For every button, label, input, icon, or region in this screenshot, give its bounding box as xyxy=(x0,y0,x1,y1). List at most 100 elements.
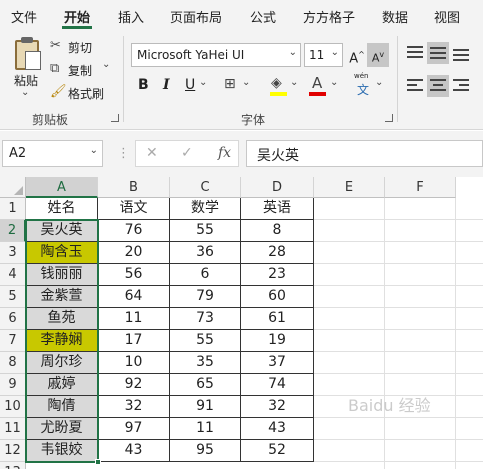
score-cell[interactable]: 43 xyxy=(98,440,170,462)
tab-file[interactable]: 文件 xyxy=(11,7,37,26)
table-header-cell[interactable]: 数学 xyxy=(170,198,241,220)
chevron-down-icon[interactable]: ⌄ xyxy=(199,77,207,88)
increase-font-size-button[interactable]: A^ xyxy=(346,43,368,67)
row-header-5[interactable]: 5 xyxy=(0,286,26,308)
score-cell[interactable]: 6 xyxy=(170,264,241,286)
score-cell[interactable]: 65 xyxy=(170,374,241,396)
name-cell[interactable]: 戚婷 xyxy=(26,374,98,396)
score-cell[interactable]: 56 xyxy=(98,264,170,286)
row-header-12[interactable]: 12 xyxy=(0,440,26,462)
align-left-button[interactable] xyxy=(404,75,426,97)
row-header-1[interactable]: 1 xyxy=(0,198,26,220)
score-cell[interactable]: 37 xyxy=(241,352,314,374)
name-cell[interactable]: 鱼苑 xyxy=(26,308,98,330)
tab-formulas[interactable]: 公式 xyxy=(250,7,276,26)
score-cell[interactable]: 79 xyxy=(170,286,241,308)
name-cell[interactable]: 周尔珍 xyxy=(26,352,98,374)
cancel-icon[interactable]: ✕ xyxy=(146,145,158,161)
score-cell[interactable]: 55 xyxy=(170,330,241,352)
row-header-3[interactable]: 3 xyxy=(0,242,26,264)
score-cell[interactable]: 95 xyxy=(170,440,241,462)
column-header-c[interactable]: C xyxy=(170,177,241,198)
score-cell[interactable]: 11 xyxy=(98,308,170,330)
tab-data[interactable]: 数据 xyxy=(382,7,408,26)
table-header-cell[interactable]: 英语 xyxy=(241,198,314,220)
paste-button[interactable]: 粘贴 ⌄ xyxy=(4,32,44,100)
tab-insert[interactable]: 插入 xyxy=(118,7,144,26)
row-header-4[interactable]: 4 xyxy=(0,264,26,286)
row-header-11[interactable]: 11 xyxy=(0,418,26,440)
align-center-button[interactable] xyxy=(427,75,449,97)
name-box[interactable]: A2 ⌄ xyxy=(2,140,103,167)
row-header-10[interactable]: 10 xyxy=(0,396,26,418)
score-cell[interactable]: 73 xyxy=(170,308,241,330)
tab-home[interactable]: 开始 xyxy=(64,7,90,26)
score-cell[interactable]: 60 xyxy=(241,286,314,308)
score-cell[interactable]: 43 xyxy=(241,418,314,440)
decrease-font-size-button[interactable]: Av xyxy=(367,43,389,67)
formula-input[interactable]: 吴火英 xyxy=(246,140,483,167)
chevron-down-icon[interactable]: ⌄ xyxy=(242,77,250,88)
table-header-cell[interactable]: 语文 xyxy=(98,198,170,220)
column-header-a[interactable]: A xyxy=(26,177,98,198)
copy-button[interactable]: ⧉ 复制 ⌄ xyxy=(50,59,114,79)
score-cell[interactable]: 91 xyxy=(170,396,241,418)
borders-icon[interactable]: ⊞ xyxy=(224,76,236,92)
score-cell[interactable]: 20 xyxy=(98,242,170,264)
score-cell[interactable]: 23 xyxy=(241,264,314,286)
italic-button[interactable]: I xyxy=(163,77,170,93)
score-cell[interactable]: 76 xyxy=(98,220,170,242)
score-cell[interactable]: 32 xyxy=(241,396,314,418)
table-header-cell[interactable]: 姓名 xyxy=(26,198,98,220)
score-cell[interactable]: 64 xyxy=(98,286,170,308)
row-header-9[interactable]: 9 xyxy=(0,374,26,396)
score-cell[interactable]: 61 xyxy=(241,308,314,330)
score-cell[interactable]: 55 xyxy=(170,220,241,242)
score-cell[interactable]: 32 xyxy=(98,396,170,418)
column-header-b[interactable]: B xyxy=(98,177,170,198)
score-cell[interactable]: 92 xyxy=(98,374,170,396)
name-cell[interactable]: 金紫萱 xyxy=(26,286,98,308)
score-cell[interactable]: 52 xyxy=(241,440,314,462)
score-cell[interactable]: 28 xyxy=(241,242,314,264)
clipboard-dialog-launcher[interactable] xyxy=(111,114,119,122)
chevron-down-icon[interactable]: ⌄ xyxy=(330,77,338,88)
name-cell[interactable]: 陶含玉 xyxy=(26,242,98,264)
font-color-icon[interactable]: A xyxy=(312,74,322,92)
row-header-2[interactable]: 2 xyxy=(0,220,26,242)
score-cell[interactable]: 17 xyxy=(98,330,170,352)
name-cell[interactable]: 钱丽丽 xyxy=(26,264,98,286)
row-header-7[interactable]: 7 xyxy=(0,330,26,352)
tab-fangfang[interactable]: 方方格子 xyxy=(303,7,355,26)
underline-button[interactable]: U xyxy=(185,77,195,93)
name-cell[interactable]: 尤盼夏 xyxy=(26,418,98,440)
format-painter-button[interactable]: 🖌 格式刷 xyxy=(50,84,110,102)
name-cell[interactable]: 李静娴 xyxy=(26,330,98,352)
column-header-f[interactable]: F xyxy=(385,177,456,198)
score-cell[interactable]: 19 xyxy=(241,330,314,352)
score-cell[interactable]: 11 xyxy=(170,418,241,440)
tab-page-layout[interactable]: 页面布局 xyxy=(170,7,222,26)
fill-color-icon[interactable]: ◈ xyxy=(271,75,282,91)
select-all-corner[interactable] xyxy=(0,177,26,198)
chevron-down-icon[interactable]: ⌄ xyxy=(375,77,383,88)
column-header-e[interactable]: E xyxy=(314,177,385,198)
name-cell[interactable]: 吴火英 xyxy=(26,220,98,242)
score-cell[interactable]: 8 xyxy=(241,220,314,242)
align-bottom-button[interactable] xyxy=(450,42,472,64)
column-header-d[interactable]: D xyxy=(241,177,314,198)
score-cell[interactable]: 97 xyxy=(98,418,170,440)
font-dialog-launcher[interactable] xyxy=(385,114,393,122)
align-right-button[interactable] xyxy=(450,75,472,97)
confirm-icon[interactable]: ✓ xyxy=(181,145,193,161)
row-header-6[interactable]: 6 xyxy=(0,308,26,330)
fill-handle[interactable] xyxy=(95,459,101,465)
name-cell[interactable]: 韦银姣 xyxy=(26,440,98,462)
score-cell[interactable]: 74 xyxy=(241,374,314,396)
align-middle-button[interactable] xyxy=(427,42,449,64)
tab-view[interactable]: 视图 xyxy=(434,7,460,26)
cut-button[interactable]: ✂ 剪切 xyxy=(50,38,100,56)
score-cell[interactable]: 10 xyxy=(98,352,170,374)
score-cell[interactable]: 36 xyxy=(170,242,241,264)
insert-function-icon[interactable]: fx xyxy=(218,145,231,161)
